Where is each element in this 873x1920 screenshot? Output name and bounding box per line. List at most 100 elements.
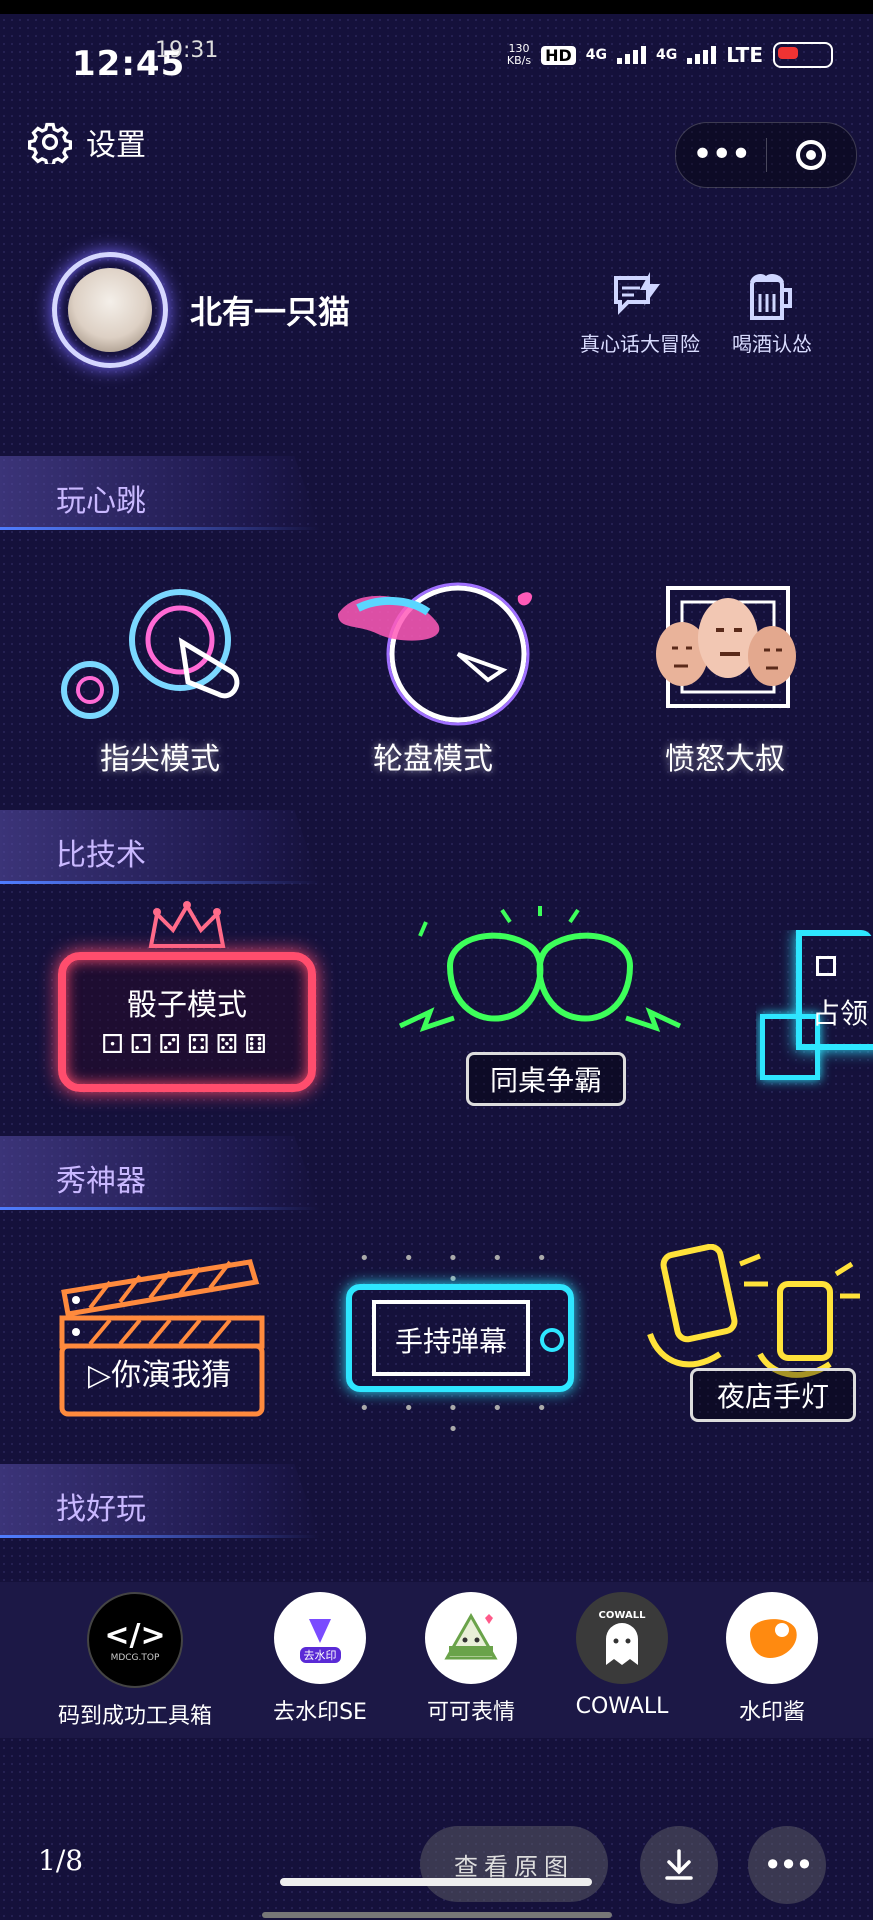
tile-angry-uncle[interactable]: 愤怒大叔 (640, 584, 810, 778)
crown-icon (148, 901, 226, 948)
clapperboard-icon (59, 1259, 265, 1417)
app-remove-watermark[interactable]: 去水印 去水印SE (250, 1592, 390, 1726)
avatar-ring (52, 252, 168, 368)
status-indicators: 130 KB/s HD 4G 4G LTE (507, 42, 833, 68)
app-mdcg-toolbox[interactable]: </> MDCG.TOP 码到成功工具箱 (58, 1592, 212, 1730)
home-button-icon (540, 1328, 564, 1352)
network-speed-unit: KB/s (506, 54, 532, 67)
app-cowall[interactable]: COWALL COWALL (552, 1592, 692, 1719)
play-icon: ▷ (88, 1358, 112, 1393)
avatar (68, 268, 152, 352)
keke-logo (425, 1592, 517, 1684)
card-nightclub-light[interactable]: 夜店手灯 (640, 1244, 873, 1424)
drink-label: 喝酒认怂 (732, 332, 812, 356)
occupy-label: 占领 (812, 997, 869, 1030)
fist-bump-icon (398, 906, 682, 1033)
truth-or-dare-label: 真心话大冒险 (580, 332, 700, 356)
section-title: 秀神器 (56, 1164, 146, 1199)
section-discover: 找好玩 (0, 1464, 320, 1538)
card-handheld-barrage[interactable]: • • • • • • 手持弹幕 • • • • • • (340, 1248, 580, 1440)
tile-fingertip-mode[interactable]: 指尖模式 (60, 580, 260, 778)
net-1: 4G (585, 47, 608, 63)
code-icon: </> (104, 1617, 166, 1653)
fingertip-label: 指尖模式 (100, 742, 220, 777)
purple-drop-icon (309, 1619, 331, 1643)
section-heartbeat: 玩心跳 (0, 456, 320, 530)
fingertip-icon (61, 589, 240, 719)
app-label: 码到成功工具箱 (57, 1704, 212, 1729)
gear-icon (28, 122, 72, 164)
card-dice-mode[interactable]: 骰子模式 ⚀⚁⚂⚃⚄⚅ (30, 900, 340, 1100)
miniprogram-capsule: ••• (675, 122, 857, 188)
bottom-bar (262, 1912, 612, 1918)
settings-label: 设置 (86, 128, 146, 163)
chat-bolt-icon (614, 272, 660, 315)
dice-faces-icon: ⚀⚁⚂⚃⚄⚅ (101, 1030, 273, 1060)
lte-label: LTE (726, 43, 763, 67)
signal-icon (617, 46, 647, 64)
watermark-logo: 去水印 (274, 1592, 366, 1684)
angry-uncle-label: 愤怒大叔 (665, 742, 785, 777)
hd-badge: HD (541, 45, 576, 65)
cowall-badge: COWALL (598, 1609, 646, 1621)
app-label: 去水印SE (273, 1700, 367, 1725)
section-title: 比技术 (56, 838, 146, 873)
tile-wheel-mode[interactable]: 轮盘模式 (328, 574, 538, 778)
beer-mug-icon (750, 274, 792, 320)
occupy-frame-small (760, 1014, 820, 1080)
carousel-dots-bottom: • • • • • • (359, 1398, 561, 1440)
more-dots-icon: ••• (691, 134, 752, 175)
download-icon (665, 1849, 693, 1880)
nightclub-label: 夜店手灯 (690, 1368, 856, 1422)
target-icon (796, 140, 827, 170)
act-guess-text: 你演我猜 (111, 1358, 232, 1393)
mdcg-badge: MDCG.TOP (110, 1652, 160, 1663)
ghost-icon (606, 1622, 638, 1665)
app-label: 可可表情 (426, 1700, 515, 1725)
angry-faces-icon (656, 586, 796, 708)
watermark-badge: 去水印 (299, 1647, 341, 1663)
app-keke-emoji[interactable]: 可可表情 (401, 1592, 541, 1726)
more-button[interactable]: ••• (676, 137, 766, 173)
image-pager: 1/8 (38, 1844, 84, 1877)
view-original-label: 查看原图 (454, 1852, 574, 1881)
settings-button[interactable]: 设置 (28, 120, 146, 164)
card-act-guess[interactable]: ▷你演我猜 (50, 1252, 270, 1422)
status-bar: 12:45 19:31 130 KB/s HD 4G 4G LTE (0, 36, 873, 86)
more-options-button[interactable]: ••• (748, 1826, 826, 1904)
orange-blob-icon (750, 1619, 797, 1658)
nickname: 北有一只猫 (190, 293, 351, 331)
drink-button[interactable]: 喝酒认怂 (732, 270, 812, 357)
occupy-square-icon (816, 956, 836, 976)
card-desk-mate-battle[interactable]: 同桌争霸 (390, 906, 710, 1106)
cowall-logo: COWALL (576, 1592, 668, 1684)
close-miniprogram-button[interactable] (767, 140, 857, 170)
act-guess-label: ▷你演我猜 (88, 1350, 231, 1394)
download-button[interactable] (640, 1826, 718, 1904)
section-show: 秀神器 (0, 1136, 320, 1210)
roulette-icon (338, 582, 533, 726)
truth-or-dare-button[interactable]: 真心话大冒险 (580, 270, 700, 357)
app-label: 水印酱 (738, 1700, 805, 1725)
home-indicator (280, 1878, 592, 1886)
net-2: 4G (656, 47, 678, 63)
section-skill: 比技术 (0, 810, 320, 884)
barrage-label: 手持弹幕 (394, 1325, 507, 1358)
user-profile[interactable]: 北有一只猫 (52, 252, 350, 368)
mdcg-logo: </> MDCG.TOP (87, 1592, 183, 1688)
card-occupy[interactable]: 占领 (756, 930, 873, 1100)
watermark-sauce-logo (726, 1592, 818, 1684)
section-title: 找好玩 (56, 1492, 146, 1527)
status-time-overlay: 19:31 (155, 38, 219, 63)
desk-mate-label: 同桌争霸 (466, 1052, 626, 1106)
app-watermark-sauce[interactable]: 水印酱 (702, 1592, 842, 1726)
more-dots-icon: ••• (763, 1846, 814, 1884)
wheel-label: 轮盘模式 (373, 742, 493, 777)
view-original-button[interactable]: 查看原图 (420, 1826, 608, 1902)
signal-icon-2 (687, 46, 717, 64)
network-speed: 130 KB/s (507, 43, 531, 67)
section-title: 玩心跳 (56, 484, 146, 519)
battery-icon (773, 42, 833, 68)
dice-label: 骰子模式 (127, 988, 247, 1023)
top-black-bar (0, 0, 873, 14)
